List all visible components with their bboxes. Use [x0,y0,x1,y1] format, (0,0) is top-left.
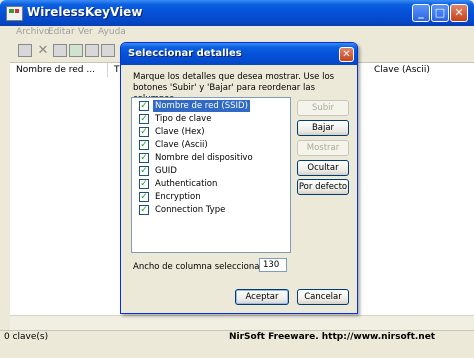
refresh-icon[interactable] [69,44,83,57]
check-label[interactable]: Clave (Hex) [153,126,207,138]
check-label[interactable]: Connection Type [153,204,227,216]
checkbox-checked-icon[interactable]: ✓ [139,166,149,176]
checkbox-checked-icon[interactable]: ✓ [139,179,149,189]
menu-archivo[interactable]: Archivo [16,27,50,37]
checkbox-checked-icon[interactable]: ✓ [139,127,149,137]
status-count: 0 clave(s) [4,332,49,342]
wireless-app-icon [6,6,23,21]
check-label[interactable]: Nombre del dispositivo [153,152,255,164]
close-button[interactable]: ✕ [450,4,468,22]
dialog-title: Seleccionar detalles [128,48,242,59]
default-button[interactable]: Por defecto [297,179,349,195]
columns-checklist[interactable]: ✓ Nombre de red (SSID) ✓ Tipo de clave ✓… [131,97,291,253]
title-bar[interactable]: WirelessKeyView _ □ ✕ [0,0,474,26]
check-row[interactable]: ✓ Nombre del dispositivo [132,152,290,164]
move-down-button[interactable]: Bajar [297,120,349,136]
checkbox-checked-icon[interactable]: ✓ [139,205,149,215]
window-title: WirelessKeyView [27,5,143,19]
menu-ver[interactable]: Ver [78,27,93,37]
minimize-button[interactable]: _ [412,4,430,22]
window-left-border [0,62,10,330]
check-row[interactable]: ✓ Connection Type [132,204,290,216]
delete-icon[interactable]: ✕ [36,44,50,57]
show-button[interactable]: Mostrar [297,140,349,156]
checkbox-checked-icon[interactable]: ✓ [139,114,149,124]
check-label[interactable]: Tipo de clave [153,113,213,125]
hide-button[interactable]: Ocultar [297,160,349,176]
copy-icon[interactable] [53,44,67,57]
checkbox-checked-icon[interactable]: ✓ [139,192,149,202]
dialog-close-button[interactable]: ✕ [339,47,354,62]
checkbox-checked-icon[interactable]: ✓ [139,153,149,163]
dialog-title-bar[interactable]: Seleccionar detalles ✕ [121,43,357,65]
horizontal-scrollbar[interactable] [10,315,474,330]
check-row[interactable]: ✓ Nombre de red (SSID) [132,100,290,112]
check-label[interactable]: Clave (Ascii) [153,139,210,151]
save-icon[interactable] [18,44,32,57]
check-row[interactable]: ✓ GUID [132,165,290,177]
checkbox-checked-icon[interactable]: ✓ [139,101,149,111]
check-row[interactable]: ✓ Encryption [132,191,290,203]
cancel-button[interactable]: Cancelar [297,289,349,305]
move-up-button[interactable]: Subir [297,100,349,116]
accept-button[interactable]: Aceptar [235,289,289,305]
check-label[interactable]: GUID [153,165,179,177]
check-label[interactable]: Authentication [153,178,219,190]
menu-bar: Archivo Editar Ver Ayuda [0,26,474,40]
check-row[interactable]: ✓ Clave (Ascii) [132,139,290,151]
menu-ayuda[interactable]: Ayuda [98,27,126,37]
properties-icon[interactable] [101,44,115,57]
status-nirsoft-link[interactable]: NirSoft Freeware. http://www.nirsoft.net [229,332,435,342]
check-label[interactable]: Encryption [153,191,203,203]
checkbox-checked-icon[interactable]: ✓ [139,140,149,150]
column-width-input[interactable]: 130 [259,258,287,272]
check-row[interactable]: ✓ Clave (Hex) [132,126,290,138]
column-header-network-name[interactable]: Nombre de red ... [10,63,108,77]
check-row[interactable]: ✓ Tipo de clave [132,113,290,125]
menu-editar[interactable]: Editar [48,27,75,37]
column-width-label: Ancho de columna seleccionada [133,262,271,272]
select-details-dialog: Seleccionar detalles ✕ Marque los detall… [120,42,358,314]
column-header-key-ascii[interactable]: Clave (Ascii) [368,63,474,77]
check-label[interactable]: Nombre de red (SSID) [153,100,250,112]
maximize-button[interactable]: □ [431,4,449,22]
report-icon[interactable] [85,44,99,57]
check-row[interactable]: ✓ Authentication [132,178,290,190]
status-bar: 0 clave(s) NirSoft Freeware. http://www.… [0,330,474,345]
